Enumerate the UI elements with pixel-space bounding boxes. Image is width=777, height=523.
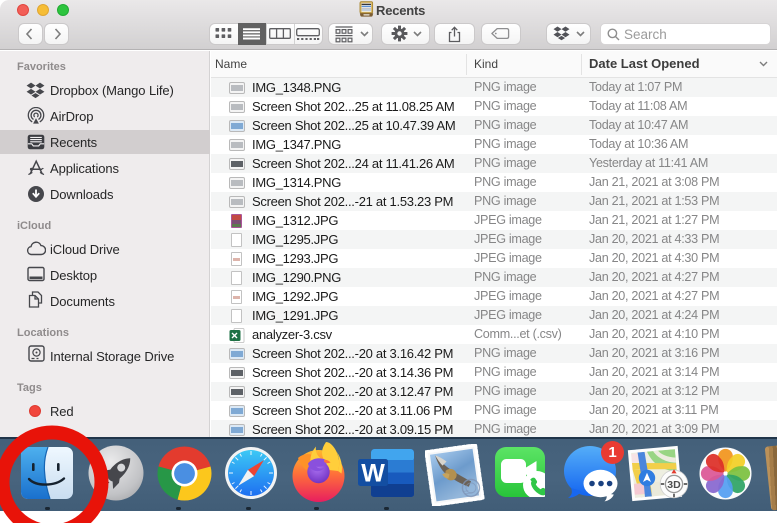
- svg-text:3D: 3D: [667, 479, 681, 491]
- svg-text:W: W: [361, 460, 385, 488]
